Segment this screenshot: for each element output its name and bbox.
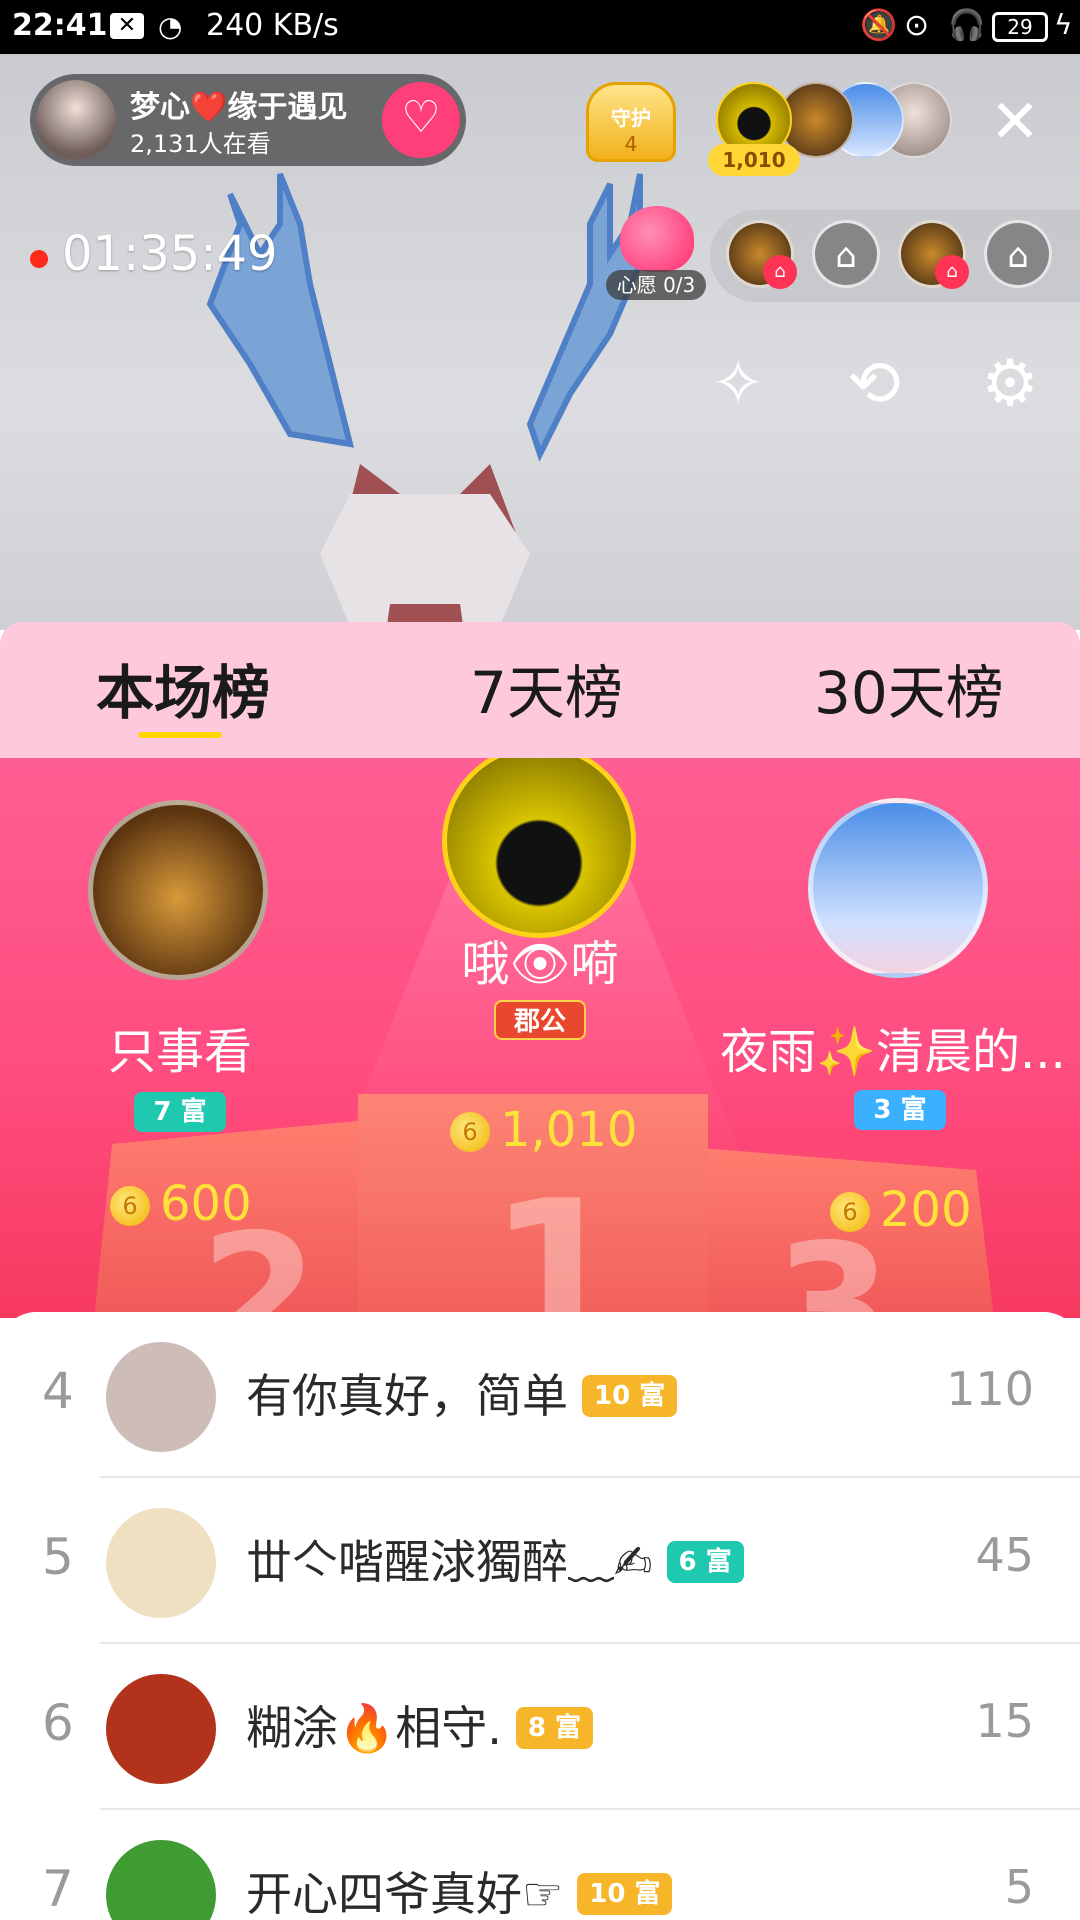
status-time: 22:41	[12, 8, 108, 43]
host-info-pill[interactable]: 梦心❤️缘于遇见 2,131人在看 ♡	[30, 74, 466, 166]
podium-third-name: 夜雨✨清晨的...	[720, 1024, 1066, 1080]
avatar[interactable]	[106, 1508, 216, 1618]
seat-row: ⌂ ⌂ ⌂ ⌂	[710, 210, 1080, 302]
gear-icon: ⚙	[981, 347, 1039, 421]
list-item[interactable]: 4 有你真好，简单 10 富 110	[0, 1312, 1080, 1478]
seat-occupied[interactable]: ⌂	[898, 220, 969, 289]
list-item[interactable]: 5 丗亽喈醒浗獨醉﹏✍ 6 富 45	[0, 1478, 1080, 1644]
rank-number: 7	[42, 1860, 74, 1918]
sofa-icon: ⌂	[835, 236, 857, 276]
podium-second-score: 6 600	[110, 1176, 252, 1232]
close-icon: ✕	[989, 87, 1041, 157]
wish-button[interactable]: 心愿 0/3	[606, 206, 706, 302]
settings-button[interactable]: ⚙	[970, 344, 1050, 424]
close-button[interactable]: ✕	[984, 92, 1046, 154]
podium-third-badge: 3 富	[854, 1090, 946, 1130]
live-video[interactable]: 梦心❤️缘于遇见 2,131人在看 ♡ 守护 4 1,010 ✕ 01:35:4…	[0, 54, 1080, 630]
guard-badge[interactable]: 守护 4	[586, 82, 676, 162]
coin-icon: 6	[450, 1112, 490, 1152]
avatar[interactable]	[106, 1674, 216, 1784]
sofa-icon: ⌂	[935, 255, 969, 289]
lock-rotation-icon: ⊙	[904, 8, 930, 43]
seat-empty[interactable]: ⌂	[984, 220, 1052, 288]
user-score: 45	[975, 1528, 1034, 1582]
coin-icon: 6	[830, 1192, 870, 1232]
host-avatar[interactable]	[36, 80, 116, 160]
top-contributors[interactable]: 1,010	[708, 82, 956, 176]
podium-first-name: 哦👁嗬	[461, 936, 619, 992]
rank-number: 4	[42, 1362, 74, 1420]
deer-head-video-frame	[206, 172, 643, 630]
tab-current-show[interactable]: 本场榜	[96, 646, 270, 727]
ranking-list[interactable]: 4 有你真好，简单 10 富 110 5 丗亽喈醒浗獨醉﹏✍ 6 富 45 6 糊涂…	[0, 1312, 1080, 1920]
wish-label: 心愿 0/3	[606, 270, 706, 300]
viewer-count: 2,131人在看	[130, 130, 271, 158]
rank-number: 6	[42, 1694, 74, 1752]
switch-camera-icon: ⟲	[847, 347, 901, 421]
live-timer: 01:35:49	[62, 226, 278, 282]
sofa-icon: ⌂	[763, 255, 797, 289]
wealth-badge: 10 富	[577, 1873, 673, 1915]
user-score: 5	[1004, 1860, 1034, 1914]
avatar[interactable]	[88, 800, 268, 980]
wealth-badge: 10 富	[582, 1375, 678, 1417]
user-name: 开心四爷真好☞ 10 富	[246, 1858, 673, 1920]
wifi-icon: ◔	[158, 10, 183, 43]
podium-first-badge: 郡公	[494, 1000, 586, 1040]
guard-count: 4	[624, 132, 638, 156]
coin-icon: 6	[110, 1186, 150, 1226]
tab-underline	[138, 732, 222, 738]
charging-icon: ϟ	[1054, 8, 1073, 41]
podium-second-badge: 7 富	[134, 1092, 226, 1132]
wealth-badge: 6 富	[666, 1541, 744, 1583]
close-box-icon: ✕	[110, 13, 144, 39]
seat-empty[interactable]: ⌂	[812, 220, 880, 288]
user-name: 丗亽喈醒浗獨醉﹏✍ 6 富	[246, 1526, 744, 1592]
ranking-tabs: 本场榜 7天榜 30天榜	[0, 622, 1080, 758]
avatar[interactable]	[808, 798, 988, 978]
podium-number-1: 1	[488, 1158, 628, 1318]
avatar[interactable]	[106, 1342, 216, 1452]
sofa-icon: ⌂	[1007, 236, 1029, 276]
tab-30-days[interactable]: 30天榜	[814, 646, 1004, 727]
magic-wand-icon: ✧	[711, 347, 765, 421]
wealth-badge: 8 富	[515, 1707, 594, 1749]
podium-first-score: 6 1,010	[450, 1102, 637, 1158]
recording-dot-icon	[30, 250, 48, 268]
podium-second-name: 只事看	[107, 1024, 252, 1080]
list-item[interactable]: 7 开心四爷真好☞ 10 富 5	[0, 1810, 1080, 1920]
list-item[interactable]: 6 糊涂🔥相守. 8 富 15	[0, 1644, 1080, 1810]
magic-wand-button[interactable]: ✧	[698, 344, 778, 424]
host-name: 梦心❤️缘于遇见	[130, 90, 348, 125]
user-name: 有你真好，简单 10 富	[246, 1360, 678, 1426]
user-score: 15	[975, 1694, 1034, 1748]
network-speed: 240 KB/s	[206, 8, 339, 43]
headphones-icon: 🎧	[948, 8, 986, 43]
follow-heart-button[interactable]: ♡	[382, 82, 460, 158]
user-name: 糊涂🔥相守. 8 富	[246, 1692, 594, 1758]
status-bar: 22:41 ✕ ◔ 240 KB/s 🔕 ⊙ 🎧 29 ϟ	[0, 0, 1080, 54]
bell-off-icon: 🔕	[860, 8, 898, 43]
avatar[interactable]	[106, 1840, 216, 1920]
podium: 1 2 3 哦👁嗬 郡公 6 1,010 只事看 7 富 6 600 夜雨✨清晨的.…	[0, 758, 1080, 1318]
heart-icon	[620, 206, 694, 272]
guard-label: 守护	[611, 106, 651, 130]
rank-number: 5	[42, 1528, 74, 1586]
switch-camera-button[interactable]: ⟲	[834, 344, 914, 424]
user-score: 110	[946, 1362, 1034, 1416]
seat-occupied[interactable]: ⌂	[726, 220, 797, 289]
tab-7-days[interactable]: 7天榜	[470, 646, 623, 727]
battery-indicator: 29	[992, 12, 1048, 42]
top-contributor-score: 1,010	[708, 144, 800, 176]
podium-third-score: 6 200	[830, 1182, 972, 1238]
